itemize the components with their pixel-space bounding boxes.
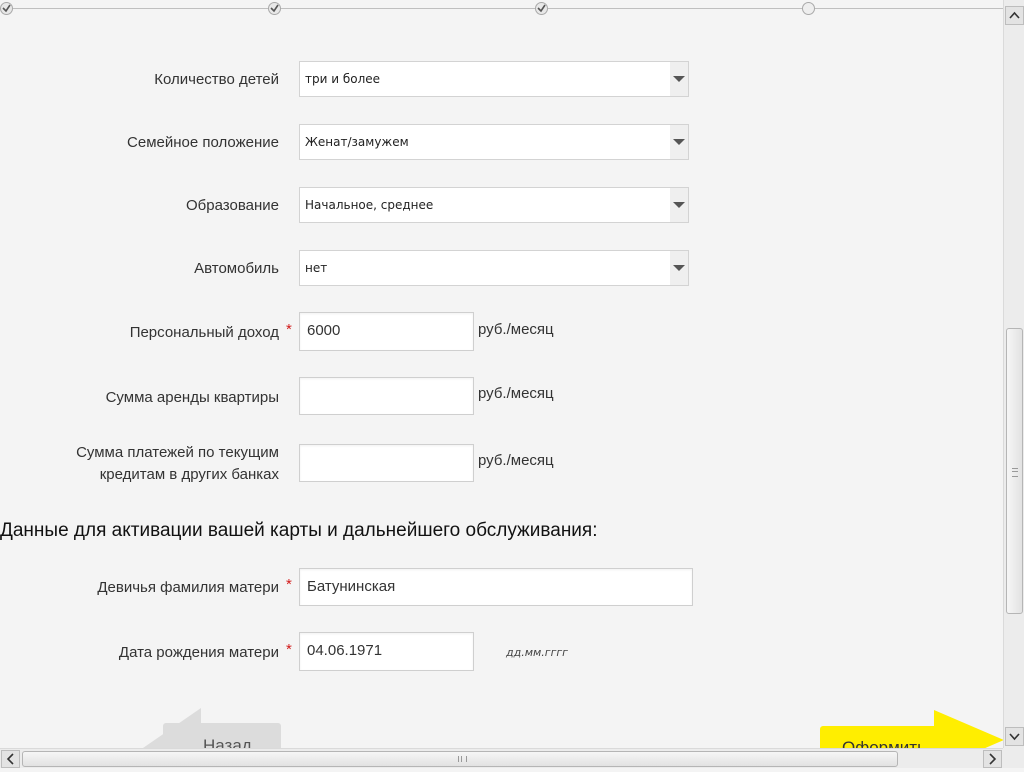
loan-payments-input[interactable]: [299, 444, 474, 482]
vertical-scroll-thumb[interactable]: [1006, 328, 1023, 614]
marital-status-value: Женат/замужем: [305, 135, 409, 149]
required-mark: *: [286, 576, 292, 593]
chevron-right-icon: [989, 753, 997, 765]
scroll-left-button[interactable]: [1, 750, 20, 768]
step-3-done-icon: [535, 2, 548, 15]
submit-button-label: Оформить: [842, 738, 926, 748]
marital-status-select[interactable]: Женат/замужем: [299, 124, 689, 160]
loan-payments-unit: руб./месяц: [478, 452, 554, 469]
vertical-scrollbar[interactable]: [1003, 0, 1024, 748]
step-1-done-icon: [0, 2, 13, 15]
chevron-left-icon: [6, 753, 14, 765]
car-select[interactable]: нет: [299, 250, 689, 286]
progress-line: [0, 8, 1003, 9]
mother-maiden-name-value: Батунинская: [307, 578, 396, 595]
mother-birth-date-input[interactable]: 04.06.1971: [299, 632, 474, 671]
back-button-label: Назад: [203, 736, 252, 748]
car-value: нет: [305, 261, 328, 275]
mother-birth-date-value: 04.06.1971: [307, 642, 383, 659]
education-value: Начальное, среднее: [305, 198, 434, 212]
loan-payments-label-line2: кредитам в других банках: [99, 466, 279, 483]
step-4-pending-icon: [802, 2, 815, 15]
activation-section-title: Данные для активации вашей карты и дальн…: [0, 520, 598, 541]
personal-income-unit: руб./месяц: [478, 321, 554, 338]
grip-icon: [458, 756, 467, 762]
back-button[interactable]: Назад: [143, 708, 283, 748]
mother-maiden-name-label: Девичья фамилия матери: [97, 579, 279, 596]
horizontal-scrollbar[interactable]: [0, 748, 1003, 768]
scroll-up-button[interactable]: [1005, 6, 1024, 25]
submit-arrow-icon: [934, 710, 1003, 748]
personal-income-value: 6000: [307, 322, 341, 339]
car-label: Автомобиль: [194, 260, 279, 277]
required-mark: *: [286, 641, 292, 658]
rent-amount-unit: руб./месяц: [478, 385, 554, 402]
horizontal-scroll-thumb[interactable]: [22, 751, 898, 767]
rent-amount-label: Сумма аренды квартиры: [105, 389, 279, 406]
loan-payments-label-line1: Сумма платежей по текущим: [76, 444, 279, 461]
step-2-done-icon: [268, 2, 281, 15]
chevron-down-icon[interactable]: [670, 251, 688, 285]
chevron-down-icon: [1009, 733, 1020, 741]
children-count-label: Количество детей: [154, 71, 279, 88]
personal-income-input[interactable]: 6000: [299, 312, 474, 351]
personal-income-label: Персональный доход: [129, 324, 279, 341]
scrollbar-corner: [1003, 748, 1024, 768]
education-select[interactable]: Начальное, среднее: [299, 187, 689, 223]
scroll-right-button[interactable]: [983, 750, 1002, 768]
rent-amount-input[interactable]: [299, 377, 474, 415]
mother-birth-date-label: Дата рождения матери: [118, 644, 279, 661]
date-format-hint: дд.мм.гггг: [506, 646, 568, 659]
marital-status-label: Семейное положение: [127, 134, 279, 151]
progress-steps: [0, 0, 1003, 16]
chevron-down-icon[interactable]: [670, 188, 688, 222]
required-mark: *: [286, 321, 292, 338]
scroll-down-button[interactable]: [1005, 727, 1024, 746]
submit-button[interactable]: Оформить: [820, 710, 1003, 748]
page-viewport: Количество детей три и более Семейное по…: [0, 0, 1003, 748]
children-count-select[interactable]: три и более: [299, 61, 689, 97]
grip-icon: [1012, 468, 1018, 477]
children-count-value: три и более: [305, 72, 381, 86]
chevron-up-icon: [1009, 11, 1020, 19]
education-label: Образование: [186, 197, 279, 214]
chevron-down-icon[interactable]: [670, 125, 688, 159]
mother-maiden-name-input[interactable]: Батунинская: [299, 568, 693, 606]
chevron-down-icon[interactable]: [670, 62, 688, 96]
